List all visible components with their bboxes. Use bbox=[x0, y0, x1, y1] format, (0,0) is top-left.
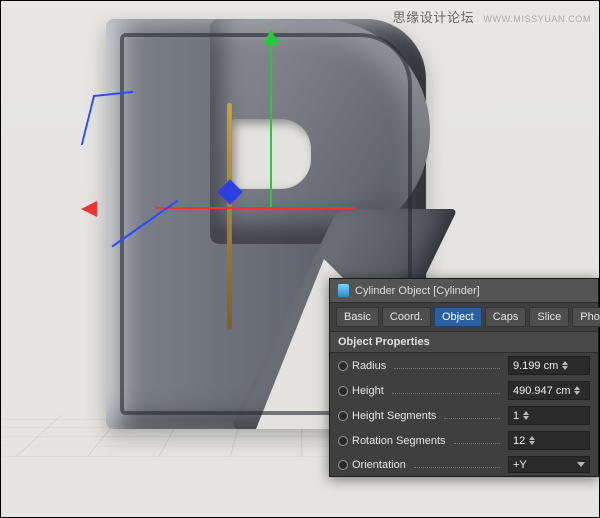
radius-value: 9.199 cm bbox=[513, 360, 558, 372]
tab-coord[interactable]: Coord. bbox=[382, 307, 431, 327]
orientation-value: +Y bbox=[513, 459, 527, 471]
dots bbox=[392, 387, 500, 394]
tab-slice[interactable]: Slice bbox=[529, 307, 569, 327]
spinner[interactable] bbox=[529, 433, 537, 448]
spinner[interactable] bbox=[574, 383, 582, 398]
orientation-label: Orientation bbox=[352, 459, 406, 471]
panel-tabs: Basic Coord. Object Caps Slice Phong bbox=[330, 303, 598, 332]
param-toggle[interactable] bbox=[338, 460, 348, 470]
rotation-segments-input[interactable]: 12 bbox=[508, 431, 590, 450]
chevron-down-icon bbox=[577, 462, 585, 471]
height-segments-value: 1 bbox=[513, 410, 519, 422]
watermark-url: WWW.MISSYUAN.COM bbox=[483, 14, 591, 24]
height-segments-input[interactable]: 1 bbox=[508, 406, 590, 425]
spinner[interactable] bbox=[562, 358, 570, 373]
rotation-segments-label: Rotation Segments bbox=[352, 435, 446, 447]
cylinder-object[interactable] bbox=[227, 103, 232, 329]
field-orientation-row: Orientation +Y bbox=[330, 453, 598, 476]
height-segments-label: Height Segments bbox=[352, 410, 436, 422]
tab-phong[interactable]: Phong bbox=[572, 307, 600, 327]
dots bbox=[444, 412, 500, 419]
field-height-row: Height 490.947 cm bbox=[330, 378, 598, 403]
radius-input[interactable]: 9.199 cm bbox=[508, 356, 590, 375]
radius-label: Radius bbox=[352, 360, 386, 372]
height-label: Height bbox=[352, 385, 384, 397]
param-toggle[interactable] bbox=[338, 436, 348, 446]
field-rotation-segments-row: Rotation Segments 12 bbox=[330, 428, 598, 453]
dots bbox=[454, 437, 500, 444]
param-toggle[interactable] bbox=[338, 386, 348, 396]
rotation-segments-value: 12 bbox=[513, 435, 525, 447]
orientation-select[interactable]: +Y bbox=[508, 456, 590, 473]
tab-basic[interactable]: Basic bbox=[336, 307, 379, 327]
field-radius-row: Radius 9.199 cm bbox=[330, 353, 598, 378]
tab-object[interactable]: Object bbox=[434, 307, 482, 327]
param-toggle[interactable] bbox=[338, 411, 348, 421]
viewport-3d[interactable]: 思缘设计论坛 WWW.MISSYUAN.COM Cylinder Object … bbox=[0, 0, 600, 518]
attributes-panel: Cylinder Object [Cylinder] Basic Coord. … bbox=[329, 278, 599, 477]
height-input[interactable]: 490.947 cm bbox=[508, 381, 590, 400]
field-height-segments-row: Height Segments 1 bbox=[330, 403, 598, 428]
section-title: Object Properties bbox=[330, 332, 598, 353]
panel-header: Cylinder Object [Cylinder] bbox=[330, 279, 598, 303]
height-value: 490.947 cm bbox=[513, 385, 570, 397]
axis-x-arrowhead bbox=[73, 201, 97, 217]
spinner[interactable] bbox=[523, 408, 531, 423]
param-toggle[interactable] bbox=[338, 361, 348, 371]
tab-caps[interactable]: Caps bbox=[485, 307, 527, 327]
dots bbox=[414, 461, 500, 468]
panel-title: Cylinder Object [Cylinder] bbox=[355, 285, 480, 297]
cylinder-icon bbox=[338, 284, 349, 297]
dots bbox=[394, 362, 500, 369]
